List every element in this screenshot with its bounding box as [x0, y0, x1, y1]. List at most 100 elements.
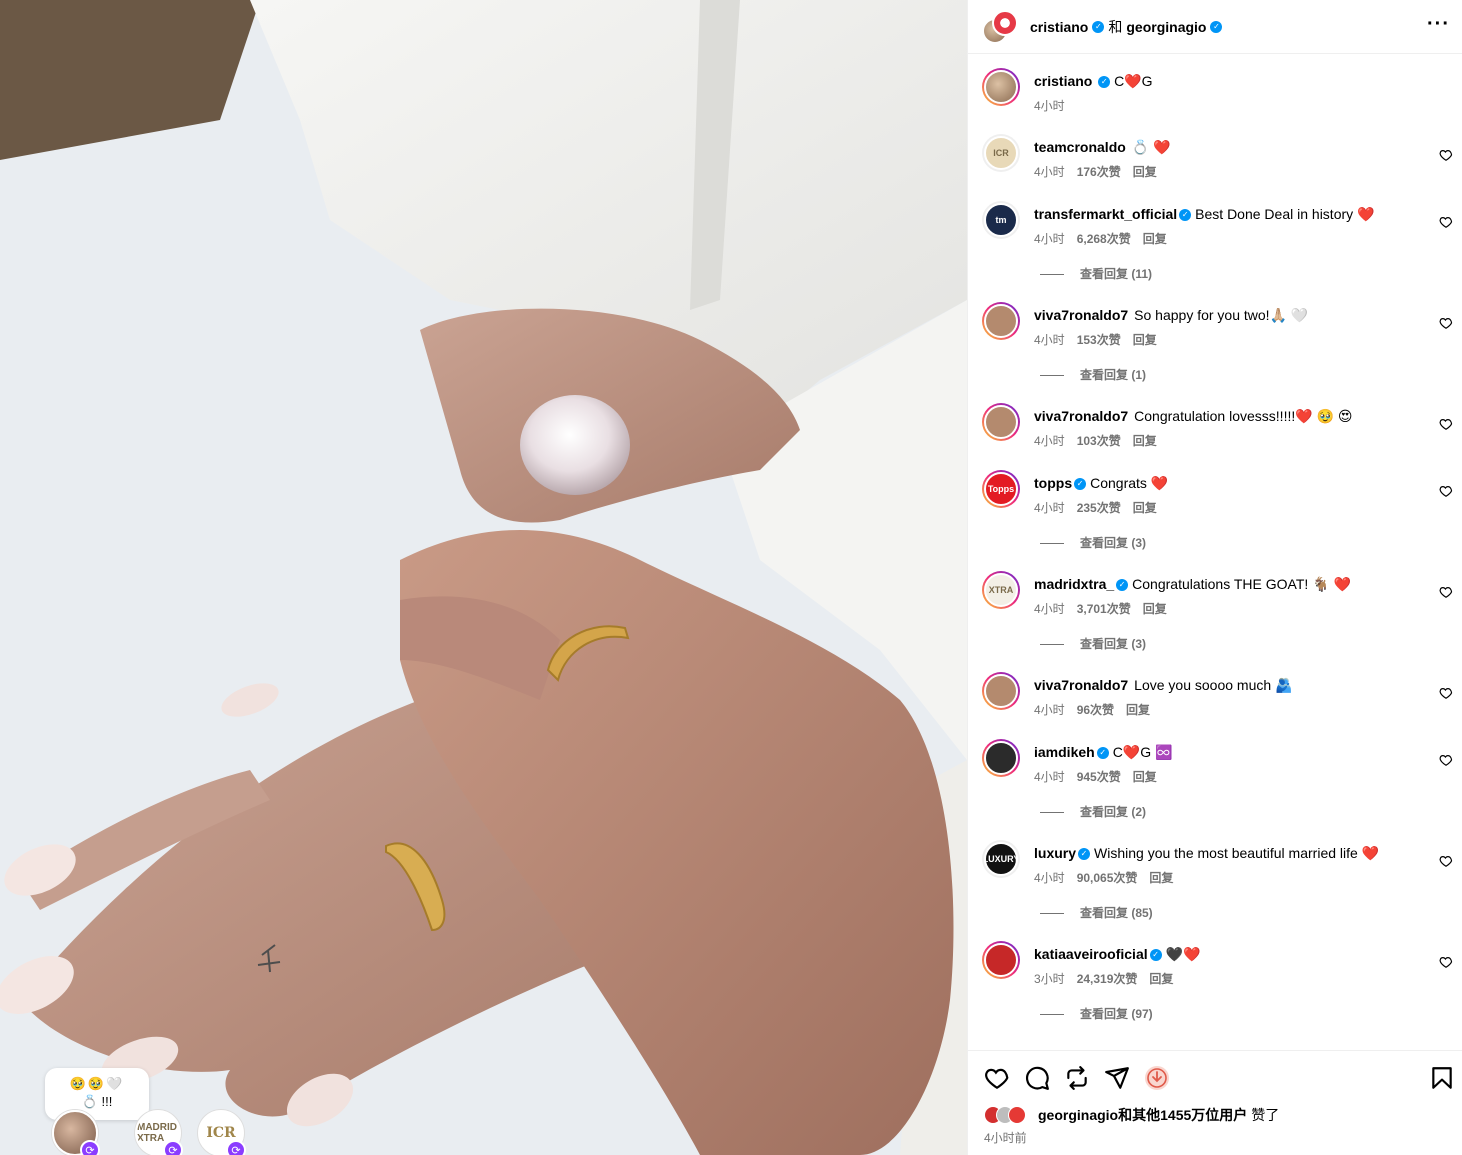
share-paperplane-icon[interactable]: [1104, 1065, 1130, 1091]
verified-badge-icon: ✓: [1179, 209, 1192, 222]
reply-button[interactable]: 回复: [1149, 871, 1173, 885]
commenter-username[interactable]: teamcronaldo: [1034, 139, 1126, 155]
comment-like-heart-icon[interactable]: [1439, 148, 1453, 162]
caption-username[interactable]: cristiano: [1034, 73, 1092, 89]
reply-button[interactable]: 回复: [1126, 703, 1150, 717]
likes-summary[interactable]: georginagio 和其他1455万位用户 赞了: [984, 1105, 1279, 1125]
comment-like-count[interactable]: 6,268次赞: [1077, 232, 1131, 246]
comment-meta: 4小时 103次赞 回复: [1034, 432, 1169, 449]
comment-like-count[interactable]: 945次赞: [1077, 770, 1121, 784]
reply-button[interactable]: 回复: [1143, 232, 1167, 246]
commenter-avatar[interactable]: LUXURY: [982, 840, 1020, 878]
save-bookmark-icon[interactable]: [1429, 1065, 1455, 1091]
commenter-avatar[interactable]: [982, 941, 1020, 979]
comment-like-count[interactable]: 153次赞: [1077, 333, 1121, 347]
comment-like-heart-icon[interactable]: [1439, 955, 1453, 969]
comment-like-count[interactable]: 96次赞: [1077, 703, 1114, 717]
author-username[interactable]: cristiano: [1030, 19, 1088, 35]
verified-badge-icon: ✓: [1210, 20, 1223, 33]
like-heart-icon[interactable]: [984, 1065, 1010, 1091]
comment-like-heart-icon[interactable]: [1439, 417, 1453, 431]
commenter-avatar[interactable]: [982, 403, 1020, 441]
note-bubble[interactable]: 🥹🥹🤍 💍 !!!: [45, 1068, 149, 1120]
gift-download-icon[interactable]: [1144, 1065, 1170, 1091]
repost-badge-icon: ⟳: [163, 1140, 183, 1155]
caption-avatar[interactable]: [982, 68, 1020, 106]
reply-button[interactable]: 回复: [1133, 333, 1157, 347]
post-side-panel: cristiano ✓ 和 georginagio ✓ ··· cristian…: [967, 0, 1462, 1155]
comment-like-heart-icon[interactable]: [1439, 316, 1453, 330]
commenter-avatar[interactable]: ICR: [982, 134, 1020, 172]
view-replies-button[interactable]: 查看回复 (2): [1040, 803, 1146, 820]
commenter-avatar[interactable]: [982, 739, 1020, 777]
comment-like-heart-icon[interactable]: [1439, 484, 1453, 498]
commenter-username[interactable]: iamdikeh: [1034, 744, 1095, 760]
coauthor-avatar[interactable]: [992, 9, 1018, 36]
reply-button[interactable]: 回复: [1149, 972, 1173, 986]
comment-meta: 4小时 153次赞 回复: [1034, 331, 1169, 348]
reply-button[interactable]: 回复: [1133, 434, 1157, 448]
comment-like-count[interactable]: 90,065次赞: [1077, 871, 1138, 885]
commenter-avatar[interactable]: XTRA: [982, 571, 1020, 609]
commenter-avatar[interactable]: Topps: [982, 470, 1020, 508]
comment-meta: 4小时 96次赞 回复: [1034, 701, 1162, 718]
note-text-line: 💍 !!!: [81, 1094, 113, 1109]
post-header: cristiano ✓ 和 georginagio ✓ ···: [968, 0, 1462, 54]
comment-like-heart-icon[interactable]: [1439, 215, 1453, 229]
commenter-avatar[interactable]: tm: [982, 201, 1020, 239]
comment-time: 4小时: [1034, 703, 1065, 717]
comment-time: 4小时: [1034, 434, 1065, 448]
comment-line: madridxtra_ ✓ Congratulations THE GOAT! 🐐 …: [1034, 575, 1351, 593]
comment-like-count[interactable]: 176次赞: [1077, 165, 1121, 179]
commenter-username[interactable]: transfermarkt_official: [1034, 206, 1177, 222]
comment-bubble-icon[interactable]: [1024, 1065, 1050, 1091]
comment-text: 🖤❤️: [1165, 946, 1201, 962]
reply-button[interactable]: 回复: [1143, 602, 1167, 616]
commenter-username[interactable]: katiaaveirooficial: [1034, 946, 1148, 962]
comment-time: 3小时: [1034, 972, 1065, 986]
commenter-username[interactable]: topps: [1034, 475, 1072, 491]
commenter-avatar[interactable]: [982, 672, 1020, 710]
reply-button[interactable]: 回复: [1133, 770, 1157, 784]
comment-like-heart-icon[interactable]: [1439, 854, 1453, 868]
view-replies-button[interactable]: 查看回复 (3): [1040, 635, 1146, 652]
post-authors: cristiano ✓ 和 georginagio ✓: [1030, 17, 1223, 37]
liked-by-username[interactable]: georginagio: [1038, 1107, 1118, 1123]
commenter-username[interactable]: luxury: [1034, 845, 1076, 861]
commenter-avatar-label: Topps: [987, 484, 1015, 494]
author-avatars[interactable]: [982, 9, 1018, 44]
commenter-username[interactable]: viva7ronaldo7: [1034, 408, 1128, 424]
comment-meta: 4小时 90,065次赞 回复: [1034, 869, 1185, 886]
comment-line: katiaaveirooficial ✓ 🖤❤️: [1034, 945, 1201, 963]
verified-badge-icon: ✓: [1092, 20, 1105, 33]
comment-text: Best Done Deal in history ❤️: [1195, 206, 1375, 222]
commenter-avatar-label: ICR: [993, 148, 1009, 158]
reply-button[interactable]: 回复: [1133, 165, 1157, 179]
comment-time: 4小时: [1034, 501, 1065, 515]
post-timestamp[interactable]: 4小时前: [984, 1129, 1027, 1146]
comment-like-count[interactable]: 3,701次赞: [1077, 602, 1131, 616]
view-replies-button[interactable]: 查看回复 (1): [1040, 366, 1146, 383]
comment-like-heart-icon[interactable]: [1439, 686, 1453, 700]
reply-button[interactable]: 回复: [1133, 501, 1157, 515]
view-replies-button[interactable]: 查看回复 (11): [1040, 265, 1152, 282]
commenter-username[interactable]: viva7ronaldo7: [1034, 307, 1128, 323]
commenter-username[interactable]: viva7ronaldo7: [1034, 677, 1128, 693]
comment-meta: 4小时 945次赞 回复: [1034, 768, 1169, 785]
liked-by-others[interactable]: 和其他1455万位用户: [1118, 1105, 1247, 1125]
comment-line: viva7ronaldo7 Congratulation lovesss!!!!!…: [1034, 407, 1352, 425]
repost-icon[interactable]: [1064, 1065, 1090, 1091]
coauthor-username[interactable]: georginagio: [1126, 19, 1206, 35]
view-replies-button[interactable]: 查看回复 (85): [1040, 904, 1153, 921]
comment-like-heart-icon[interactable]: [1439, 753, 1453, 767]
comment-like-count[interactable]: 235次赞: [1077, 501, 1121, 515]
commenter-username[interactable]: madridxtra_: [1034, 576, 1114, 592]
comment-like-heart-icon[interactable]: [1439, 585, 1453, 599]
comment-like-count[interactable]: 24,319次赞: [1077, 972, 1138, 986]
view-replies-button[interactable]: 查看回复 (3): [1040, 534, 1146, 551]
commenter-avatar[interactable]: [982, 302, 1020, 340]
view-replies-button[interactable]: 查看回复 (97): [1040, 1005, 1153, 1022]
comment-like-count[interactable]: 103次赞: [1077, 434, 1121, 448]
comments-list[interactable]: cristiano ✓ C❤️G 4小时 ICR teamcronaldo 💍 ❤️…: [968, 54, 1462, 1050]
more-options-icon[interactable]: ···: [1427, 14, 1450, 34]
